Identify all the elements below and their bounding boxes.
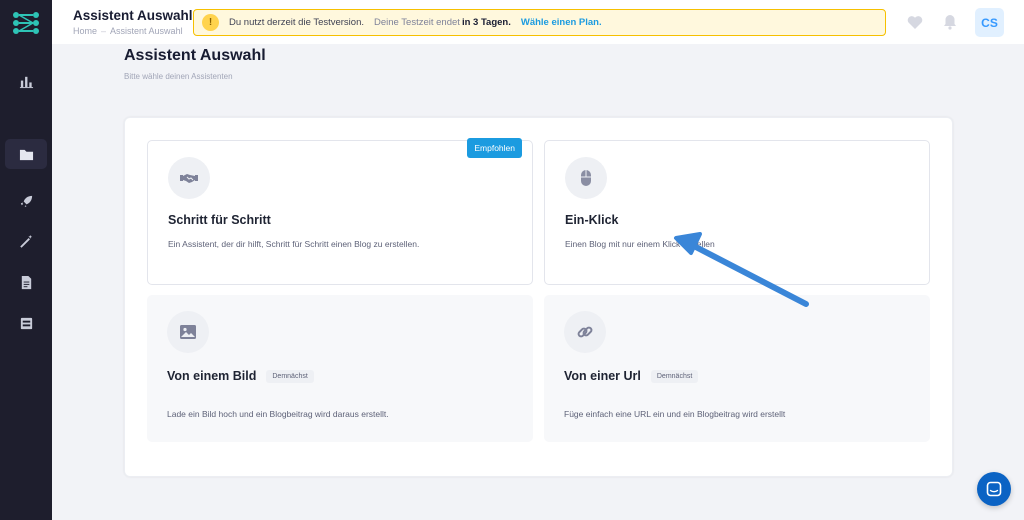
recommended-badge: Empfohlen bbox=[467, 138, 522, 158]
sidebar-item-folder[interactable] bbox=[5, 139, 47, 169]
sidebar-item-launch[interactable] bbox=[5, 186, 47, 216]
chat-icon bbox=[986, 481, 1002, 497]
notifications-button[interactable] bbox=[941, 13, 959, 31]
breadcrumb-home[interactable]: Home bbox=[73, 26, 97, 36]
heart-icon bbox=[907, 15, 923, 29]
option-title-row: Von einer Url Demnächst bbox=[564, 369, 699, 383]
breadcrumb-current: Assistent Auswahl bbox=[110, 26, 183, 36]
option-description: Lade ein Bild hoch und ein Blogbeitrag w… bbox=[167, 409, 389, 419]
trial-ends-text: Deine Testzeit endet bbox=[374, 17, 460, 28]
link-icon bbox=[577, 326, 593, 338]
option-description: Füge einfach eine URL ein und ein Blogbe… bbox=[564, 409, 786, 419]
sidebar-item-archive[interactable] bbox=[5, 308, 47, 338]
option-icon-circle bbox=[565, 157, 607, 199]
option-title: Von einem Bild bbox=[167, 369, 257, 383]
sidebar-item-magic[interactable] bbox=[5, 226, 47, 256]
option-description: Einen Blog mit nur einem Klick erstellen bbox=[565, 239, 715, 249]
header-title: Assistent Auswahl bbox=[73, 8, 193, 23]
choose-plan-link[interactable]: Wähle einen Plan. bbox=[521, 17, 602, 28]
option-description: Ein Assistent, der dir hilft, Schritt fü… bbox=[168, 239, 420, 249]
trial-ends-value: in 3 Tagen. bbox=[461, 17, 511, 28]
handshake-icon bbox=[180, 174, 198, 183]
option-title: Ein-Klick bbox=[565, 213, 619, 227]
top-header: Assistent Auswahl Home – Assistent Auswa… bbox=[52, 0, 1024, 44]
option-icon-circle bbox=[168, 157, 210, 199]
magic-wand-icon bbox=[19, 234, 32, 248]
trial-lead-text: Du nutzt derzeit die Testversion. bbox=[229, 17, 365, 28]
sidebar bbox=[0, 0, 52, 520]
option-icon-circle bbox=[564, 311, 606, 353]
option-title: Von einer Url bbox=[564, 369, 641, 383]
favorites-button[interactable] bbox=[906, 13, 924, 31]
option-icon-circle bbox=[167, 311, 209, 353]
sidebar-item-statistics[interactable] bbox=[5, 66, 47, 96]
option-title-row: Von einem Bild Demnächst bbox=[167, 369, 314, 383]
mouse-icon bbox=[581, 170, 591, 186]
chat-launcher-button[interactable] bbox=[977, 472, 1011, 506]
breadcrumb-separator: – bbox=[101, 26, 107, 36]
warning-icon: ! bbox=[202, 14, 219, 31]
breadcrumb: Home – Assistent Auswahl bbox=[73, 26, 183, 36]
option-from-url: Von einer Url Demnächst Füge einfach ein… bbox=[544, 295, 930, 442]
coming-soon-badge: Demnächst bbox=[650, 369, 699, 383]
rocket-icon bbox=[20, 195, 32, 207]
archive-icon bbox=[20, 317, 32, 329]
bar-chart-icon bbox=[19, 76, 33, 88]
bell-icon bbox=[944, 15, 956, 30]
coming-soon-badge: Demnächst bbox=[266, 369, 314, 383]
page-title: Assistent Auswahl bbox=[124, 47, 266, 64]
option-from-image: Von einem Bild Demnächst Lade ein Bild h… bbox=[147, 295, 533, 442]
image-icon bbox=[180, 325, 196, 339]
option-step-by-step[interactable]: Empfohlen Schritt für Schritt Ein Assist… bbox=[147, 138, 533, 285]
folder-icon bbox=[19, 149, 33, 160]
logo-icon bbox=[13, 12, 39, 34]
page-subtitle: Bitte wähle deinen Assistenten bbox=[124, 72, 233, 81]
sidebar-item-documents[interactable] bbox=[5, 267, 47, 297]
trial-banner: ! Du nutzt derzeit die Testversion. Dein… bbox=[193, 9, 886, 36]
app-logo[interactable] bbox=[10, 8, 42, 38]
document-icon bbox=[21, 275, 31, 289]
option-one-click[interactable]: Ein-Klick Einen Blog mit nur einem Klick… bbox=[544, 140, 930, 285]
option-title: Schritt für Schritt bbox=[168, 213, 271, 227]
user-avatar[interactable]: CS bbox=[975, 8, 1004, 37]
